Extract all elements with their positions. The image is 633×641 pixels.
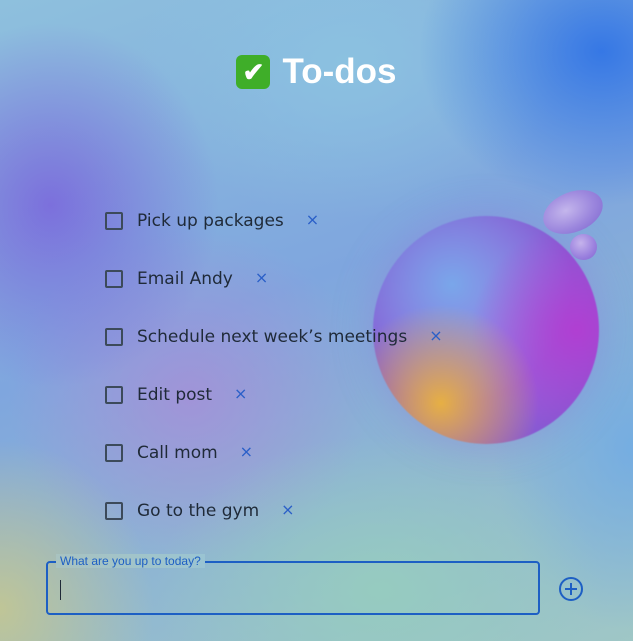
todo-item: Pick up packages × <box>105 192 443 250</box>
todo-list: Pick up packages × Email Andy × Schedule… <box>105 192 443 540</box>
todo-text: Edit post <box>137 385 213 405</box>
delete-icon[interactable]: × <box>306 212 319 228</box>
todo-item: Call mom × <box>105 424 443 482</box>
todo-text: Pick up packages <box>137 211 284 231</box>
todo-checkbox[interactable] <box>105 212 123 230</box>
new-todo-input[interactable] <box>58 575 532 605</box>
todo-text: Go to the gym <box>137 501 260 521</box>
delete-icon[interactable]: × <box>234 386 247 402</box>
new-todo-field: What are you up to today? <box>46 554 540 615</box>
todo-checkbox[interactable] <box>105 270 123 288</box>
todo-text: Schedule next week’s meetings <box>137 327 408 347</box>
todo-checkbox[interactable] <box>105 386 123 404</box>
delete-icon[interactable]: × <box>255 270 268 286</box>
delete-icon[interactable]: × <box>240 444 253 460</box>
delete-icon[interactable]: × <box>429 328 442 344</box>
todo-item: Schedule next week’s meetings × <box>105 308 443 366</box>
todo-item: Edit post × <box>105 366 443 424</box>
text-caret <box>60 580 61 600</box>
check-mark-button-icon: ✔ <box>236 55 271 89</box>
todo-checkbox[interactable] <box>105 502 123 520</box>
decorative-sphere-small <box>570 234 597 260</box>
new-todo-label: What are you up to today? <box>56 554 205 568</box>
decorative-sphere-oval <box>536 181 610 243</box>
todo-item: Go to the gym × <box>105 482 443 540</box>
todo-text: Email Andy <box>137 269 233 289</box>
delete-icon[interactable]: × <box>281 502 294 518</box>
page-title-text: To-dos <box>282 52 397 91</box>
todo-item: Email Andy × <box>105 250 443 308</box>
todo-text: Call mom <box>137 443 218 463</box>
todo-checkbox[interactable] <box>105 444 123 462</box>
todo-checkbox[interactable] <box>105 328 123 346</box>
page-title: ✔ To-dos <box>0 52 633 92</box>
add-todo-button[interactable] <box>559 577 583 601</box>
